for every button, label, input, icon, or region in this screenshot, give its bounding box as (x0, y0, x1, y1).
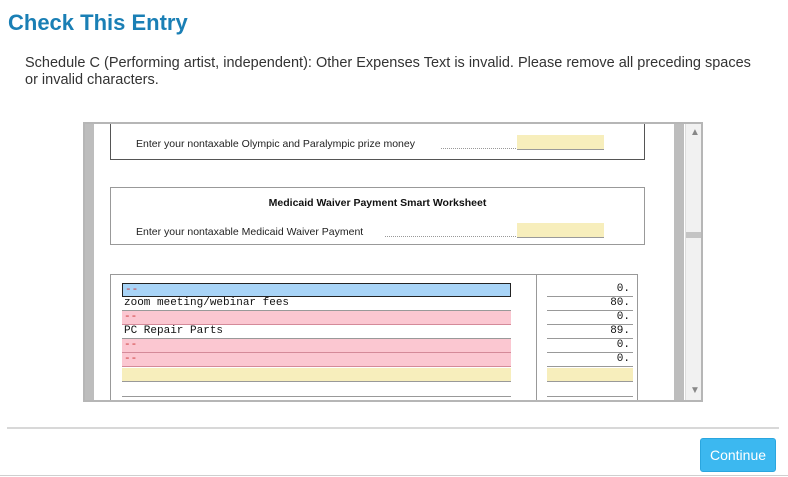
scroll-thumb[interactable] (686, 232, 701, 238)
expense-amount-input[interactable]: 0. (547, 339, 633, 353)
dialog-title: Check This Entry (8, 10, 188, 35)
expense-description-input[interactable]: -- (122, 283, 511, 297)
expense-amount-input[interactable]: 0. (547, 311, 633, 325)
expense-description-input[interactable]: PC Repair Parts (122, 325, 511, 339)
other-expenses-table: -- 0. zoom meeting/webinar fees 80. -- 0… (110, 274, 638, 400)
expense-description-input[interactable]: -- (122, 311, 511, 325)
expense-description-input[interactable]: zoom meeting/webinar fees (122, 297, 511, 311)
leader-dots (385, 236, 516, 237)
olympic-prize-box: Enter your nontaxable Olympic and Paraly… (110, 124, 645, 160)
expense-amount-input[interactable]: 0. (547, 353, 633, 367)
medicaid-waiver-input[interactable] (517, 223, 604, 238)
vertical-scrollbar[interactable]: ▲ ▼ (685, 124, 701, 400)
scroll-up-icon[interactable]: ▲ (686, 126, 701, 140)
expense-description-input[interactable] (122, 368, 511, 382)
olympic-prize-input[interactable] (517, 135, 604, 150)
expense-description-input[interactable]: -- (122, 339, 511, 353)
expense-amount-input[interactable]: 89. (547, 325, 633, 339)
right-margin-bar (674, 124, 684, 400)
expense-amount-input[interactable]: 80. (547, 297, 633, 311)
bottom-border (0, 475, 788, 476)
expense-description-input[interactable] (122, 383, 511, 397)
form-viewer: Enter your nontaxable Olympic and Paraly… (83, 122, 703, 402)
column-divider (536, 275, 537, 400)
expense-amount-input[interactable]: 0. (547, 283, 633, 297)
expense-amount-input[interactable] (547, 368, 633, 382)
leader-dots (441, 148, 516, 149)
scroll-down-icon[interactable]: ▼ (686, 384, 701, 398)
expense-amount-input[interactable] (547, 383, 633, 397)
medicaid-worksheet-title: Medicaid Waiver Payment Smart Worksheet (268, 197, 487, 209)
expense-description-input[interactable]: -- (122, 353, 511, 367)
medicaid-worksheet-box: Medicaid Waiver Payment Smart Worksheet … (110, 187, 645, 245)
continue-button[interactable]: Continue (700, 438, 776, 472)
medicaid-waiver-label: Enter your nontaxable Medicaid Waiver Pa… (136, 226, 364, 238)
left-margin-bar (85, 124, 94, 400)
olympic-prize-label: Enter your nontaxable Olympic and Paraly… (136, 138, 415, 150)
footer-divider (7, 427, 779, 429)
error-message: Schedule C (Performing artist, independe… (25, 55, 751, 88)
